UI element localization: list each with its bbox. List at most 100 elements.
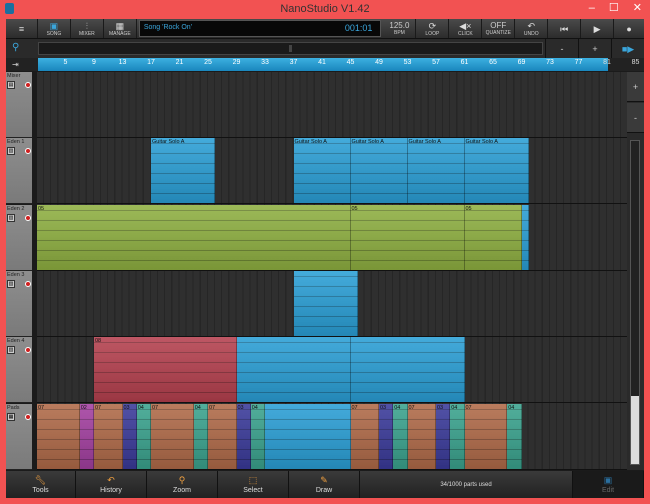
song-part[interactable]: 05 xyxy=(37,204,351,270)
track-header[interactable]: Eden 1 ▥ xyxy=(6,138,32,205)
vertical-scrollbar[interactable]: + - xyxy=(627,72,644,470)
history-button[interactable]: ↶ History xyxy=(76,471,147,498)
record-arm-button[interactable] xyxy=(25,280,31,287)
click-button[interactable]: ◀× CLICK xyxy=(449,19,483,38)
song-part[interactable] xyxy=(522,204,529,270)
record-arm-button[interactable] xyxy=(25,214,31,221)
track-name: Mixer xyxy=(7,73,21,79)
scroll-track[interactable] xyxy=(630,140,640,465)
rewind-button[interactable]: ⏮ xyxy=(548,19,582,38)
zoom-in-button[interactable]: + xyxy=(578,39,611,59)
song-part[interactable]: 07 xyxy=(465,403,508,469)
close-button[interactable]: ✕ xyxy=(633,0,642,16)
record-arm-button[interactable] xyxy=(25,347,31,354)
parts-used-status: 34/1000 parts used xyxy=(360,471,573,498)
song-part[interactable]: 07 xyxy=(208,403,237,469)
track-header[interactable]: Eden 2 ▥ xyxy=(6,204,32,271)
song-part[interactable] xyxy=(265,403,351,469)
record-arm-button[interactable] xyxy=(25,413,31,420)
song-part[interactable]: 03 xyxy=(436,403,451,469)
edit-button[interactable]: ▣ Edit xyxy=(573,471,644,498)
song-part[interactable]: 04 xyxy=(450,403,465,469)
mixer-button[interactable]: ⫶ MIXER xyxy=(71,19,104,38)
song-part[interactable]: 07 xyxy=(408,403,436,469)
song-part[interactable]: 03 xyxy=(237,403,251,469)
tools-button[interactable]: 🔧︎ Tools xyxy=(6,471,76,498)
song-label: SONG xyxy=(46,30,62,37)
ruler-tick: 25 xyxy=(204,59,212,66)
part-label: Guitar Solo A xyxy=(408,139,441,146)
song-part[interactable]: 04 xyxy=(507,403,522,469)
song-part[interactable]: 07 xyxy=(351,403,379,469)
ruler-tick: 61 xyxy=(460,59,469,66)
arrangement-grid[interactable]: Guitar Solo A Guitar Solo A Guitar Solo A G… xyxy=(37,72,627,470)
loop-button[interactable]: ⟳ LOOP xyxy=(416,19,450,38)
song-part[interactable]: 07 xyxy=(94,403,123,469)
song-part[interactable] xyxy=(237,337,351,403)
song-part[interactable]: 05 xyxy=(465,204,522,270)
zoom-button[interactable]: ⚲ Zoom xyxy=(147,471,218,498)
ruler-tick: 41 xyxy=(318,59,326,66)
song-button[interactable]: ▣ SONG xyxy=(38,19,71,38)
tempo-button[interactable]: 125.0 BPM xyxy=(383,19,417,38)
track-expand-icon[interactable]: ⇥ xyxy=(12,60,19,69)
zoom-pan-icon[interactable]: ⚲ xyxy=(12,42,19,53)
song-part[interactable]: Guitar Solo A xyxy=(465,138,529,204)
minimize-button[interactable]: – xyxy=(589,0,595,16)
mixer-label: MIXER xyxy=(78,30,95,37)
play-button[interactable]: ▶ xyxy=(581,19,615,38)
zoom-out-button[interactable]: - xyxy=(545,39,578,59)
timeline-ruler[interactable]: ⇥ 5 9 13 17 21 25 29 33 37 41 45 49 53 57 61 65 69 73 77 81… xyxy=(6,58,644,71)
song-part[interactable]: Guitar Solo A xyxy=(408,138,465,204)
menu-icon: ≡ xyxy=(18,23,25,34)
part-label: Guitar Solo A xyxy=(465,139,498,146)
scroll-thumb[interactable] xyxy=(631,396,639,464)
record-button[interactable]: ● xyxy=(614,19,644,38)
song-part[interactable]: Guitar Solo A xyxy=(294,138,351,204)
song-part[interactable]: 04 xyxy=(194,403,208,469)
track-name: Eden 4 xyxy=(7,338,25,345)
track-header[interactable]: Pads ▦ xyxy=(6,403,32,470)
undo-button[interactable]: ↶ UNDO xyxy=(515,19,549,38)
song-part[interactable]: Guitar Solo A xyxy=(351,138,408,204)
app-window: ≡ ▣ SONG ⫶ MIXER ▦ MANAGE Song 'Rock On' 00… xyxy=(6,19,644,498)
part-label: 05 xyxy=(465,205,472,212)
record-arm-button[interactable] xyxy=(25,148,31,155)
ruler-tick: 21 xyxy=(175,59,184,66)
song-part[interactable]: 07 xyxy=(37,403,80,469)
manage-button[interactable]: ▦ MANAGE xyxy=(104,19,137,38)
maximize-button[interactable]: ☐ xyxy=(609,0,619,16)
ruler-tick: 33 xyxy=(261,59,269,66)
song-part[interactable]: 04 xyxy=(251,403,265,469)
record-arm-button[interactable] xyxy=(25,82,31,88)
ruler-tick: 13 xyxy=(118,59,127,66)
song-part[interactable] xyxy=(294,270,358,336)
track-header[interactable]: Mixer ▤ xyxy=(6,72,32,138)
timeline-scroll-slider[interactable] xyxy=(38,42,543,55)
song-part[interactable]: 08 xyxy=(94,337,237,403)
mixer-icon: ⫶ xyxy=(85,20,89,31)
song-part[interactable]: Guitar Solo A xyxy=(151,138,216,204)
song-part[interactable] xyxy=(351,337,465,403)
song-part[interactable]: 05 xyxy=(351,204,465,270)
song-part[interactable]: 04 xyxy=(137,403,151,469)
select-button[interactable]: ⬚ Select xyxy=(218,471,289,498)
track-header[interactable]: Eden 4 ▥ xyxy=(6,337,32,404)
remove-track-button[interactable]: - xyxy=(627,103,644,133)
song-part[interactable]: 02 xyxy=(80,403,94,469)
song-part[interactable]: 07 xyxy=(151,403,194,469)
song-part[interactable]: 03 xyxy=(123,403,137,469)
song-part[interactable]: 04 xyxy=(393,403,408,469)
menu-button[interactable]: ≡ xyxy=(6,19,38,38)
slider-thumb[interactable] xyxy=(289,45,292,52)
ruler-tick: 45 xyxy=(346,59,355,66)
add-track-button[interactable]: + xyxy=(627,72,644,102)
draw-button[interactable]: ✎ Draw xyxy=(289,471,360,498)
follow-playhead-icon[interactable]: ■▶ xyxy=(611,39,644,59)
part-label: 03 xyxy=(380,404,387,411)
quantize-button[interactable]: OFF QUANTIZE xyxy=(482,19,516,38)
track-header[interactable]: Eden 3 ▥ xyxy=(6,270,32,337)
song-part[interactable]: 03 xyxy=(379,403,394,469)
instrument-icon: ▦ xyxy=(7,412,15,421)
undo-icon: ↶ xyxy=(527,20,535,31)
